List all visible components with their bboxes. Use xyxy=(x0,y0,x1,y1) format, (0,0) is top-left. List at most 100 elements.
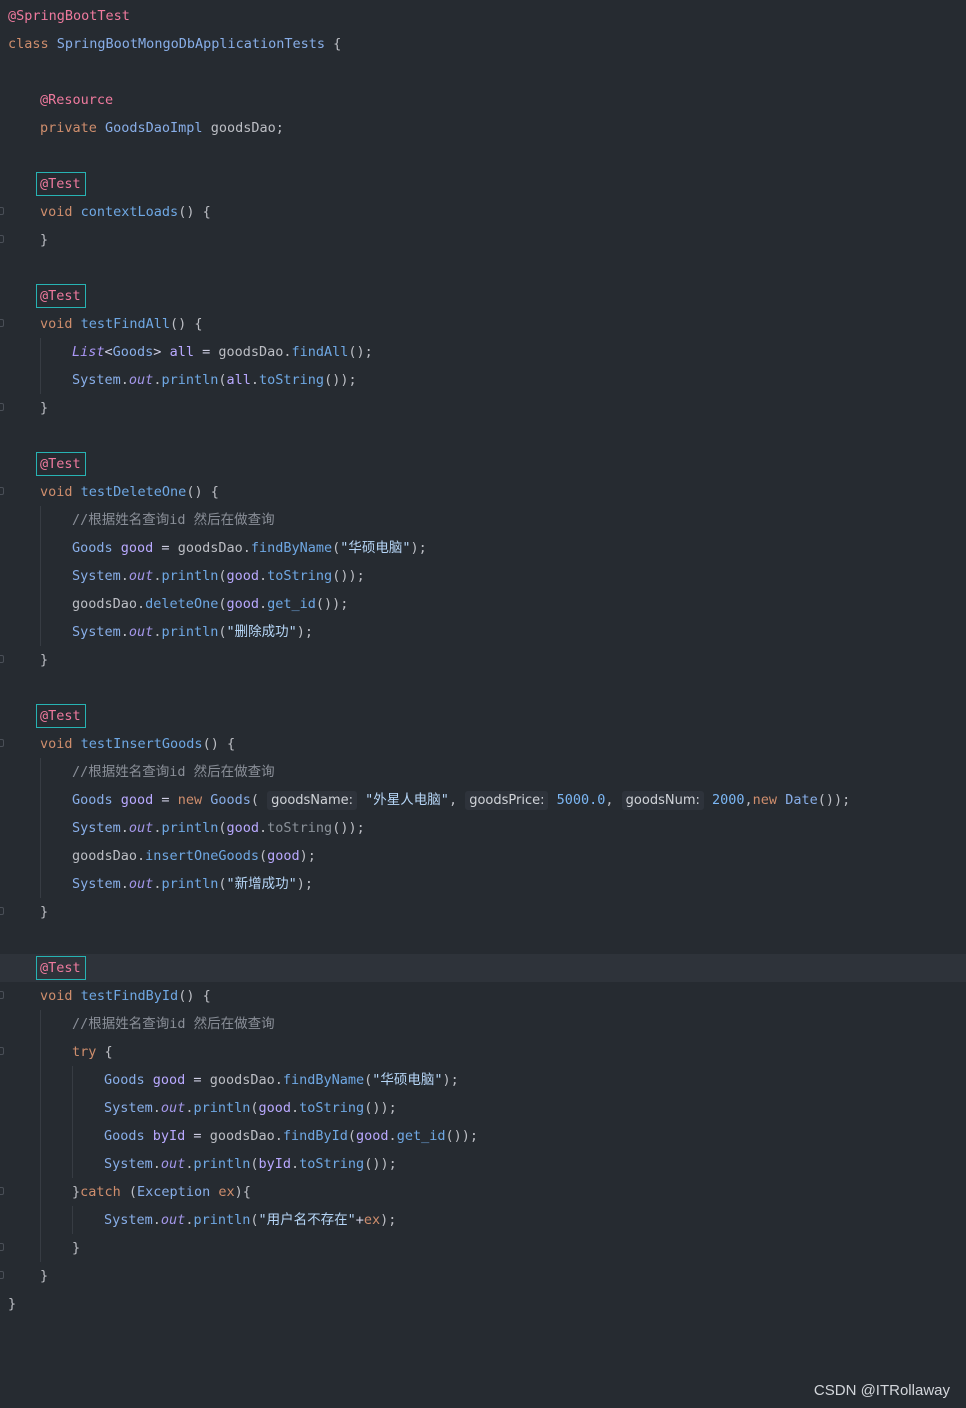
code-line[interactable]: Goods good = new Goods( goodsName: "外星人电… xyxy=(0,786,966,814)
class-name: System xyxy=(72,568,121,584)
code-line[interactable]: //根据姓名查询id 然后在做查询 xyxy=(0,758,966,786)
variable: byId xyxy=(152,1128,186,1144)
code-line[interactable]: void contextLoads() { xyxy=(0,198,966,226)
code-content: System.out.println("新增成功"); xyxy=(72,870,313,898)
method-name: testInsertGoods xyxy=(80,736,203,752)
code-line[interactable]: System.out.println("删除成功"); xyxy=(0,618,966,646)
code-line[interactable]: List<Goods> all = goodsDao.findAll(); xyxy=(0,338,966,366)
class-name: System xyxy=(72,372,121,388)
code-text: } xyxy=(40,1268,49,1284)
code-line[interactable] xyxy=(0,254,966,282)
method-name: toString xyxy=(259,372,325,388)
code-line[interactable]: @Resource xyxy=(0,86,966,114)
operator: = xyxy=(153,792,178,808)
variable: good xyxy=(226,568,260,584)
code-line[interactable]: void testFindAll() { xyxy=(0,310,966,338)
code-line[interactable]: Goods byId = goodsDao.findById(good.get_… xyxy=(0,1122,966,1150)
code-line[interactable]: @Test xyxy=(0,170,966,198)
code-text: () { xyxy=(202,736,236,752)
code-text: ); xyxy=(410,540,427,556)
code-content: @Test xyxy=(36,170,86,198)
code-content: } xyxy=(40,394,48,422)
code-line[interactable]: //根据姓名查询id 然后在做查询 xyxy=(0,1010,966,1038)
annotation: @SpringBootTest xyxy=(8,8,130,24)
code-line[interactable]: }catch (Exception ex){ xyxy=(0,1178,966,1206)
code-line[interactable] xyxy=(0,58,966,86)
fold-marker-icon[interactable] xyxy=(0,739,4,747)
code-line[interactable]: System.out.println(good.toString()); xyxy=(0,562,966,590)
fold-marker-icon[interactable] xyxy=(0,403,4,411)
code-line[interactable]: Goods good = goodsDao.findByName("华硕电脑")… xyxy=(0,534,966,562)
code-line[interactable]: } xyxy=(0,1290,966,1318)
code-text: (); xyxy=(348,344,373,360)
code-content: private GoodsDaoImpl goodsDao; xyxy=(40,114,284,142)
code-line[interactable]: try { xyxy=(0,1038,966,1066)
code-line[interactable]: } xyxy=(0,1262,966,1290)
code-line[interactable]: } xyxy=(0,898,966,926)
code-line[interactable]: void testInsertGoods() { xyxy=(0,730,966,758)
code-line[interactable]: @Test xyxy=(0,702,966,730)
class-name: System xyxy=(72,876,121,892)
fold-marker-icon[interactable] xyxy=(0,487,4,495)
fold-marker-icon[interactable] xyxy=(0,319,4,327)
code-line[interactable]: } xyxy=(0,226,966,254)
code-text: ( xyxy=(250,1212,259,1228)
fold-marker-icon[interactable] xyxy=(0,655,4,663)
code-line[interactable]: @SpringBootTest xyxy=(0,2,966,30)
variable: good xyxy=(120,540,154,556)
method-name: println xyxy=(193,1100,251,1116)
string-literal: "华硕电脑" xyxy=(340,540,411,556)
code-line[interactable]: } xyxy=(0,1234,966,1262)
code-content: void testFindAll() { xyxy=(40,310,203,338)
code-line[interactable] xyxy=(0,926,966,954)
class-name: Exception xyxy=(137,1184,219,1200)
fold-marker-icon[interactable] xyxy=(0,1047,4,1055)
method-name: toString xyxy=(267,568,333,584)
code-text: . xyxy=(120,820,129,836)
code-line[interactable]: @Test xyxy=(0,450,966,478)
fold-marker-icon[interactable] xyxy=(0,991,4,999)
code-text: ( xyxy=(347,1128,357,1144)
code-line[interactable] xyxy=(0,422,966,450)
code-line[interactable]: System.out.println(good.toString()); xyxy=(0,814,966,842)
code-editor[interactable]: @SpringBootTest class SpringBootMongoDbAp… xyxy=(0,2,966,1318)
code-line[interactable]: void testFindById() { xyxy=(0,982,966,1010)
class-name: Goods xyxy=(104,1128,153,1144)
code-line[interactable]: //根据姓名查询id 然后在做查询 xyxy=(0,506,966,534)
fold-marker-icon[interactable] xyxy=(0,1243,4,1251)
static-field: out xyxy=(128,624,154,640)
code-line[interactable]: void testDeleteOne() { xyxy=(0,478,966,506)
fold-marker-icon[interactable] xyxy=(0,207,4,215)
method-name: testFindById xyxy=(80,988,179,1004)
code-line[interactable]: System.out.println(byId.toString()); xyxy=(0,1150,966,1178)
code-line[interactable]: System.out.println("用户名不存在"+ex); xyxy=(0,1206,966,1234)
code-line[interactable]: class SpringBootMongoDbApplicationTests … xyxy=(0,30,966,58)
code-line[interactable]: } xyxy=(0,646,966,674)
fold-marker-icon[interactable] xyxy=(0,235,4,243)
code-line[interactable]: private GoodsDaoImpl goodsDao; xyxy=(0,114,966,142)
code-line[interactable]: @Test xyxy=(0,954,966,982)
code-content: } xyxy=(40,226,48,254)
code-line[interactable]: } xyxy=(0,394,966,422)
fold-marker-icon[interactable] xyxy=(0,1187,4,1195)
code-line[interactable]: @Test xyxy=(0,282,966,310)
fold-marker-icon[interactable] xyxy=(0,907,4,915)
keyword: void xyxy=(40,316,81,332)
code-line[interactable] xyxy=(0,142,966,170)
code-line[interactable]: System.out.println(good.toString()); xyxy=(0,1094,966,1122)
code-line[interactable]: System.out.println("新增成功"); xyxy=(0,870,966,898)
code-content: System.out.println(byId.toString()); xyxy=(104,1150,397,1178)
code-text: . xyxy=(250,372,260,388)
code-line[interactable]: Goods good = goodsDao.findByName("华硕电脑")… xyxy=(0,1066,966,1094)
code-text: ()); xyxy=(315,596,349,612)
fold-marker-icon[interactable] xyxy=(0,1271,4,1279)
code-text: goodsDao xyxy=(72,848,138,864)
code-line[interactable]: goodsDao.deleteOne(good.get_id()); xyxy=(0,590,966,618)
indent-guide xyxy=(40,1234,41,1262)
code-line[interactable] xyxy=(0,674,966,702)
annotation-highlighted: @Test xyxy=(36,172,86,196)
code-line[interactable]: System.out.println(all.toString()); xyxy=(0,366,966,394)
code-line[interactable]: goodsDao.insertOneGoods(good); xyxy=(0,842,966,870)
keyword: void xyxy=(40,204,81,220)
variable: good xyxy=(267,848,300,864)
